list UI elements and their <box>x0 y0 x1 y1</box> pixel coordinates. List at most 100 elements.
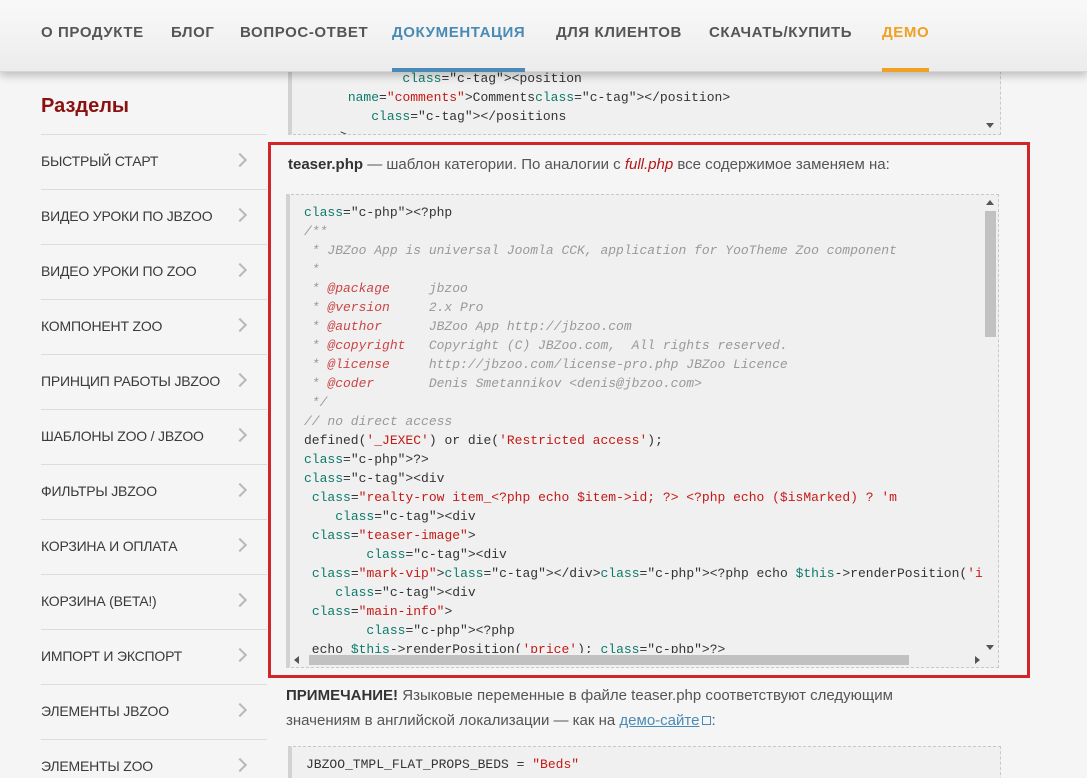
code-line: class="c-tag"><div <box>304 471 445 486</box>
sidebar-item-label: Фильтры JBZoo <box>41 483 157 499</box>
chevron-right-icon <box>232 482 248 498</box>
code-line: /** <box>304 224 328 239</box>
chevron-right-icon <box>232 592 248 608</box>
code-line: class="c-tag"><div <box>335 509 476 524</box>
code-line: * @license http://jbzoo.com/license-pro.… <box>304 357 788 372</box>
sidebar-title: Разделы <box>41 95 129 117</box>
sidebar-item-label: Корзина и оплата <box>41 538 178 554</box>
lang-code-block[interactable]: JBZOO_TMPL_FLAT_PROPS_BEDS = "Beds" <box>288 746 1001 778</box>
demo-site-link[interactable]: демо-сайте <box>619 712 699 729</box>
page: О ПРОДУКТЕ БЛОГ ВОПРОС-ОТВЕТ ДОКУМЕНТАЦИ… <box>0 0 1087 778</box>
highlight-indicator <box>882 68 930 72</box>
external-link-icon <box>702 716 712 725</box>
code-line: * @copyright Copyright (C) JBZoo.com, Al… <box>304 338 788 353</box>
code-line: // no direct access <box>304 414 453 429</box>
nav-item-clients[interactable]: ДЛЯ КЛИЕНТОВ <box>556 0 682 72</box>
chevron-right-icon <box>232 372 248 388</box>
php-code-block[interactable]: class="c-php"><?php /** * JBZoo App is un… <box>286 194 999 668</box>
sidebar-item[interactable]: Быстрый старт <box>41 134 267 189</box>
scroll-down-arrow-icon[interactable] <box>986 645 994 650</box>
sidebar-item-label: Видео уроки по Zoo <box>41 263 197 279</box>
code-line: class="c-php"><?php <box>304 205 453 220</box>
sidebar-item[interactable]: Элементы JBZoo <box>41 684 267 739</box>
sidebar-item-label: Компонент Zoo <box>41 318 163 334</box>
nav-item-faq[interactable]: ВОПРОС-ОТВЕТ <box>240 0 368 72</box>
sidebar-item[interactable]: Видео уроки по JBZoo <box>41 189 267 244</box>
nav-label: ДЕМО <box>882 24 930 41</box>
code-line: * @author JBZoo App http://jbzoo.com <box>304 319 632 334</box>
note-text: Языковые переменные в файле teaser.php с… <box>398 687 893 704</box>
nav-item-blog[interactable]: БЛОГ <box>171 0 215 72</box>
code-line: class="c-php"><?php <box>366 623 515 638</box>
vertical-scroll-thumb[interactable] <box>985 211 996 337</box>
note-text: : <box>711 712 716 729</box>
sidebar-item-label: Корзина (beta!) <box>41 593 157 609</box>
vertical-scrollbar[interactable] <box>983 195 998 655</box>
sidebar-item-label: Элементы Zoo <box>41 758 153 774</box>
chevron-right-icon <box>232 427 248 443</box>
note-text: значениям в английской локализации — как… <box>286 712 620 729</box>
caption-text-end: все содержимое заменяем на: <box>673 156 890 173</box>
chevron-right-icon <box>232 537 248 553</box>
scroll-left-arrow-icon[interactable] <box>294 656 299 664</box>
sidebar-item[interactable]: Шаблоны Zoo / JBZoo <box>41 409 267 464</box>
nav-item-about[interactable]: О ПРОДУКТЕ <box>41 0 144 72</box>
code-line: * @coder Denis Smetannikov <denis@jbzoo.… <box>304 376 702 391</box>
teaser-highlight-box: teaser.php — шаблон категории. По аналог… <box>268 142 1030 678</box>
code-line: * @version 2.x Pro <box>304 300 484 315</box>
horizontal-scrollbar[interactable] <box>290 653 984 667</box>
note-label: ПРИМЕЧАНИЕ! <box>286 687 399 704</box>
code-text: class="c-php"><?php /** * JBZoo App is un… <box>304 203 998 667</box>
code-line: class="c-tag"><div <box>335 585 476 600</box>
sidebar-item-label: Принцип работы JBZoo <box>41 373 221 389</box>
nav-label: СКАЧАТЬ/КУПИТЬ <box>709 24 853 41</box>
scroll-up-arrow-icon[interactable] <box>986 200 994 205</box>
sidebar-item[interactable]: Импорт и экспорт <box>41 629 267 684</box>
sidebar-item[interactable]: Принцип работы JBZoo <box>41 354 267 409</box>
sidebar-item[interactable]: Компонент Zoo <box>41 299 267 354</box>
sidebar-item-label: Видео уроки по JBZoo <box>41 208 213 224</box>
horizontal-scroll-thumb[interactable] <box>309 655 909 665</box>
nav-label: О ПРОДУКТЕ <box>41 24 144 41</box>
sidebar-item[interactable]: Корзина (beta!) <box>41 574 267 629</box>
chevron-right-icon <box>232 702 248 718</box>
note-paragraph: ПРИМЕЧАНИЕ! Языковые переменные в файле … <box>286 683 1006 733</box>
nav-label: ВОПРОС-ОТВЕТ <box>240 24 369 41</box>
scroll-down-arrow-icon[interactable] <box>986 123 994 128</box>
sidebar: Разделы Быстрый старт Видео уроки по JBZo… <box>0 72 268 778</box>
nav-item-download[interactable]: СКАЧАТЬ/КУПИТЬ <box>709 0 852 72</box>
code-line: * JBZoo App is universal Joomla CCK, app… <box>304 243 897 258</box>
chevron-right-icon <box>232 757 248 773</box>
nav-item-documentation[interactable]: ДОКУМЕНТАЦИЯ <box>392 0 526 72</box>
chevron-right-icon <box>232 207 248 223</box>
active-indicator <box>392 68 526 72</box>
nav-item-demo[interactable]: ДЕМО <box>882 0 930 72</box>
code-line: JBZOO_TMPL_FLAT_PROPS_BEDS = "Beds" <box>306 757 580 772</box>
caption-text: — шаблон категории. По аналогии с <box>363 156 625 173</box>
sidebar-item[interactable]: Элементы Zoo <box>41 739 267 778</box>
sidebar-item-label: Быстрый старт <box>41 153 159 169</box>
code-line: class="c-tag"></positions <box>371 109 567 124</box>
sidebar-item-label: Элементы JBZoo <box>41 703 169 719</box>
sidebar-item-label: Шаблоны Zoo / JBZoo <box>41 428 204 444</box>
teaser-filename: teaser.php <box>288 156 364 173</box>
teaser-caption: teaser.php — шаблон категории. По аналог… <box>288 156 890 173</box>
code-line: */ <box>304 395 328 410</box>
sidebar-item[interactable]: Фильтры JBZoo <box>41 464 267 519</box>
nav-label: ДЛЯ КЛИЕНТОВ <box>556 24 682 41</box>
scroll-right-arrow-icon[interactable] <box>975 656 980 664</box>
sidebar-item[interactable]: Видео уроки по Zoo <box>41 244 267 299</box>
code-text: JBZOO_TMPL_FLAT_PROPS_BEDS = "Beds" <box>306 755 579 774</box>
nav-label: БЛОГ <box>171 24 215 41</box>
chevron-right-icon <box>232 152 248 168</box>
chevron-right-icon <box>232 317 248 333</box>
main-content: class="c-tag"><position name="comments">… <box>268 0 1087 778</box>
chevron-right-icon <box>232 647 248 663</box>
code-line: * <box>304 262 320 277</box>
sidebar-item[interactable]: Корзина и оплата <box>41 519 267 574</box>
code-line: class="c-php">?> <box>304 452 429 467</box>
sidebar-item-label: Импорт и экспорт <box>41 648 182 664</box>
reference-filename: full.php <box>624 156 674 173</box>
top-navigation: О ПРОДУКТЕ БЛОГ ВОПРОС-ОТВЕТ ДОКУМЕНТАЦИ… <box>0 0 1087 72</box>
code-line: class="c-tag"><div <box>366 547 507 562</box>
